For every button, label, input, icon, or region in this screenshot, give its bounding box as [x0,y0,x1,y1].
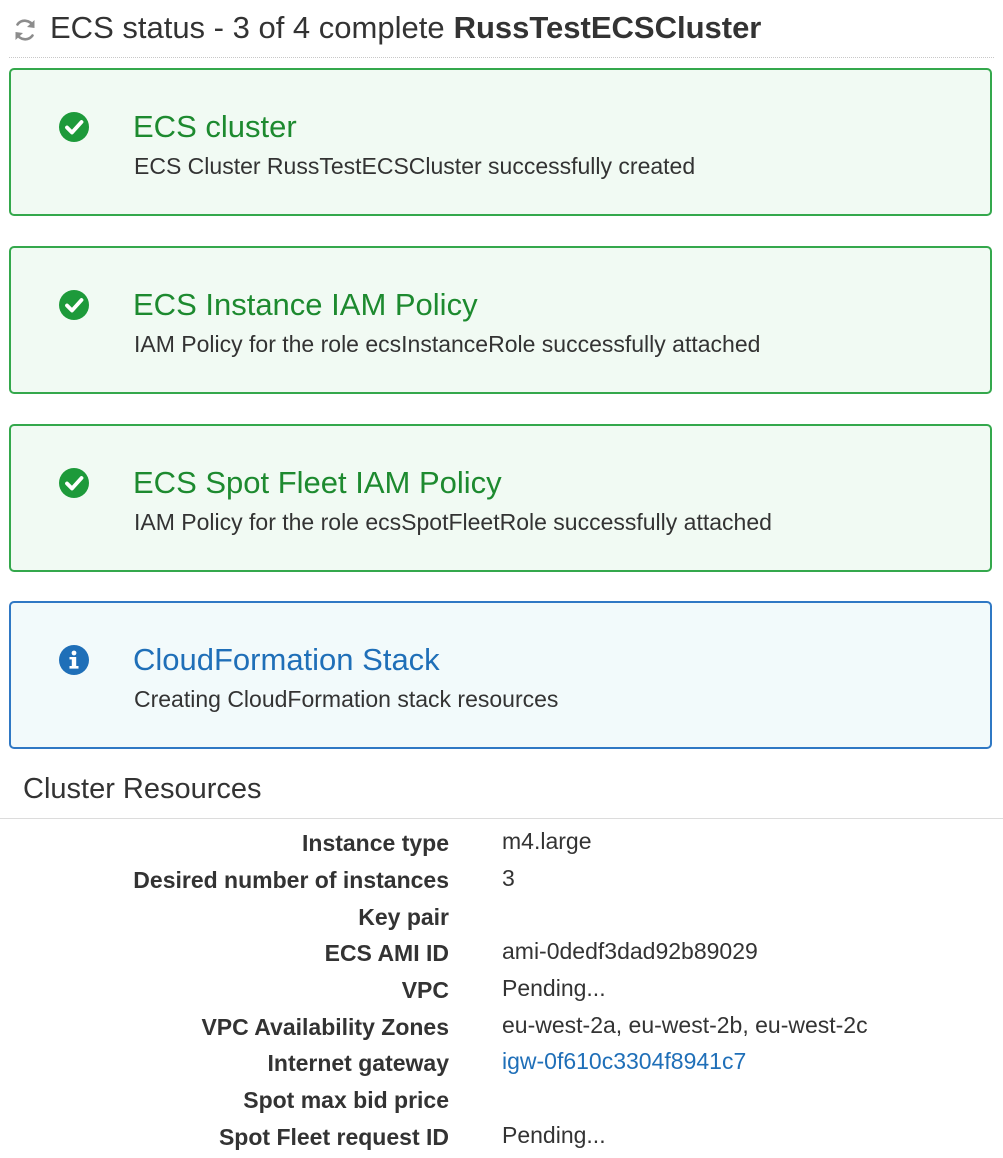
step-instance-iam-policy: ECS Instance IAM Policy IAM Policy for t… [9,246,992,394]
status-text: ECS status - 3 of 4 complete [50,10,445,45]
resource-label: ECS AMI ID [324,940,449,966]
cluster-resources-heading: Cluster Resources [23,773,262,805]
info-circle-icon [59,645,89,675]
resource-row-vpc: VPC Pending... [0,973,1003,1009]
step-description: IAM Policy for the role ecsInstanceRole … [134,331,761,357]
resource-row-ecs-ami-id: ECS AMI ID ami-0dedf3dad92b89029 [0,936,1003,972]
step-description: Creating CloudFormation stack resources [134,686,559,712]
step-spot-fleet-iam-policy: ECS Spot Fleet IAM Policy IAM Policy for… [9,424,992,572]
step-cloudformation-stack: CloudFormation Stack Creating CloudForma… [9,601,992,749]
step-description: ECS Cluster RussTestECSCluster successfu… [134,153,696,179]
resource-label: VPC [401,977,449,1003]
resource-row-key-pair: Key pair [0,900,1003,936]
step-ecs-cluster: ECS cluster ECS Cluster RussTestECSClust… [9,68,992,216]
resource-label: Instance type [302,830,449,856]
check-circle-icon [59,468,89,498]
resource-value: Pending... [502,975,606,1001]
refresh-icon [15,19,35,41]
check-circle-icon [59,112,89,142]
resource-label: Internet gateway [267,1050,450,1076]
resource-label: VPC Availability Zones [201,1014,449,1040]
resource-row-spot-max-bid-price: Spot max bid price [0,1083,1003,1119]
resource-label: Key pair [358,904,449,930]
header-divider [9,57,994,58]
resource-value: m4.large [502,828,592,854]
resource-row-vpc-availability-zones: VPC Availability Zones eu-west-2a, eu-we… [0,1010,1003,1046]
resource-row-instance-type: Instance type m4.large [0,826,1003,862]
resource-value: Pending... [502,1122,606,1148]
step-description: IAM Policy for the role ecsSpotFleetRole… [134,509,772,535]
resource-value: 3 [502,865,515,891]
step-title: ECS Instance IAM Policy [133,287,478,322]
resource-label: Desired number of instances [133,867,449,893]
resource-row-spot-fleet-request-id: Spot Fleet request ID Pending... [0,1120,1003,1156]
step-title: ECS Spot Fleet IAM Policy [133,465,502,500]
resource-value: eu-west-2a, eu-west-2b, eu-west-2c [502,1012,868,1038]
step-title: CloudFormation Stack [133,642,440,677]
resource-row-desired-instances: Desired number of instances 3 [0,863,1003,899]
check-circle-icon [59,290,89,320]
resource-label: Spot Fleet request ID [218,1124,449,1150]
step-title: ECS cluster [133,109,297,144]
resource-value: ami-0dedf3dad92b89029 [502,938,758,964]
resource-row-internet-gateway: Internet gateway igw-0f610c3304f8941c7 [0,1046,1003,1082]
status-header: ECS status - 3 of 4 complete RussTestECS… [12,8,992,48]
cluster-name: RussTestECSCluster [453,10,762,45]
internet-gateway-link[interactable]: igw-0f610c3304f8941c7 [502,1048,746,1075]
resources-divider [0,818,1003,819]
resource-label: Spot max bid price [243,1087,449,1113]
